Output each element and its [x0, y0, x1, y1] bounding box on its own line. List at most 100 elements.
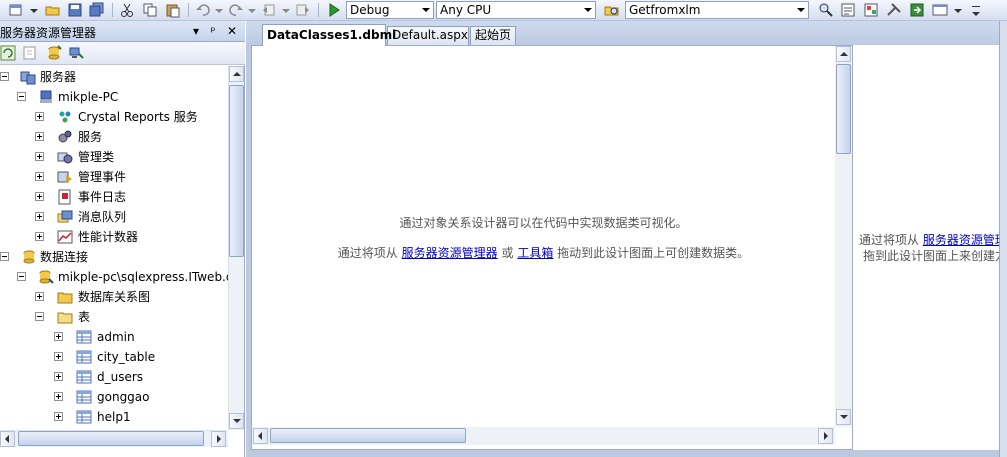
collapse-icon[interactable]	[0, 252, 9, 261]
expand-icon[interactable]	[35, 132, 44, 141]
tree-horizontal-scrollbar[interactable]	[0, 430, 228, 447]
undo-dropdown-icon[interactable]	[211, 2, 228, 18]
expand-icon[interactable]	[35, 232, 44, 241]
scroll-right-icon[interactable]	[818, 428, 833, 444]
expand-icon[interactable]	[35, 112, 44, 121]
expand-icon[interactable]	[54, 332, 63, 341]
toolbar-overflow-icon[interactable]	[968, 2, 985, 18]
expand-icon[interactable]	[54, 392, 63, 401]
designer-vertical-scrollbar[interactable]	[835, 46, 852, 427]
tree-vertical-scrollbar[interactable]	[228, 66, 244, 430]
expand-icon[interactable]	[35, 192, 44, 201]
scroll-thumb[interactable]	[270, 428, 466, 443]
solution-config-select[interactable]: Debug	[346, 1, 434, 19]
tree-node-crystal-reports[interactable]: Crystal Reports 服务	[0, 107, 228, 127]
refresh-icon[interactable]	[0, 45, 17, 62]
expand-icon[interactable]	[35, 292, 44, 301]
server-explorer-link[interactable]: 服务器资源管理	[923, 233, 1007, 247]
tree-node-message-queues[interactable]: 消息队列	[0, 207, 228, 227]
panel-menu-icon[interactable]: ▾	[188, 23, 204, 39]
redo-icon[interactable]	[228, 2, 245, 18]
navigate-dropdown-icon[interactable]	[278, 2, 295, 18]
tree-node-data-connections[interactable]: 数据连接	[0, 247, 228, 267]
collapse-icon[interactable]	[17, 92, 26, 101]
table-node[interactable]: d_users	[0, 367, 228, 387]
toolbox-link[interactable]: 工具箱	[517, 246, 553, 260]
redo-dropdown-icon[interactable]	[244, 2, 261, 18]
connect-to-database-icon[interactable]	[46, 45, 63, 62]
collapse-icon[interactable]	[17, 272, 26, 281]
tree-node-management-classes[interactable]: 管理类	[0, 147, 228, 167]
tree-node-management-events[interactable]: 管理事件	[0, 167, 228, 187]
table-node[interactable]: admin	[0, 327, 228, 347]
scroll-up-icon[interactable]	[836, 46, 851, 62]
navigate-backward-icon[interactable]	[262, 2, 279, 18]
dropdown-arrow-icon[interactable]	[26, 2, 43, 18]
tree-node-event-logs[interactable]: 事件日志	[0, 187, 228, 207]
scroll-left-icon[interactable]	[0, 431, 15, 447]
start-debug-icon[interactable]	[326, 2, 343, 18]
tab-default-aspx[interactable]: Default.aspx	[387, 26, 469, 45]
tree-node-servers[interactable]: 服务器	[0, 67, 228, 87]
method-pane[interactable]: 通过将项从 服务器资源管理 拖到此设计图面上来创建方	[853, 45, 1007, 450]
chevron-down-icon[interactable]	[794, 2, 808, 18]
cut-icon[interactable]	[119, 2, 136, 18]
object-browser-icon[interactable]	[863, 2, 880, 18]
platform-select[interactable]: Any CPU	[436, 1, 596, 19]
expand-icon[interactable]	[54, 412, 63, 421]
table-node[interactable]: help1	[0, 407, 228, 427]
tree-node-connection[interactable]: mikple-pc\sqlexpress.ITweb.dbo	[0, 267, 228, 287]
stop-refresh-icon[interactable]	[22, 45, 39, 62]
command-window-icon[interactable]	[932, 2, 949, 18]
toolbar-options-dropdown-icon[interactable]	[950, 2, 967, 18]
table-node[interactable]: gonggao	[0, 387, 228, 407]
navigate-forward-icon[interactable]	[294, 2, 311, 18]
tree-node-services[interactable]: 服务	[0, 127, 228, 147]
paste-icon[interactable]	[165, 2, 182, 18]
scroll-down-icon[interactable]	[229, 413, 244, 429]
tree-node-performance-counters[interactable]: 性能计数器	[0, 227, 228, 247]
server-explorer-link[interactable]: 服务器资源管理器	[402, 246, 498, 260]
scroll-up-icon[interactable]	[229, 66, 244, 82]
table-node[interactable]: city_table	[0, 347, 228, 367]
tab-dataclasses-dbml[interactable]: DataClasses1.dbml	[262, 24, 396, 46]
save-all-icon[interactable]	[89, 2, 106, 18]
save-icon[interactable]	[67, 2, 84, 18]
orm-designer-surface[interactable]: 通过对象关系设计器可以在代码中实现数据类可视化。 通过将项从 服务器资源管理器 …	[251, 45, 853, 450]
tab-start-page[interactable]: 起始页	[470, 26, 516, 45]
collapse-icon[interactable]	[35, 312, 44, 321]
connect-to-server-icon[interactable]	[68, 45, 85, 62]
expand-icon[interactable]	[54, 372, 63, 381]
scroll-right-icon[interactable]	[211, 431, 226, 447]
start-page-icon[interactable]	[909, 2, 926, 18]
scroll-left-icon[interactable]	[253, 428, 268, 444]
tree-node-database-diagrams[interactable]: 数据库关系图	[0, 287, 228, 307]
designer-canvas[interactable]: 通过对象关系设计器可以在代码中实现数据类可视化。 通过将项从 服务器资源管理器 …	[252, 46, 835, 427]
scroll-down-icon[interactable]	[836, 409, 851, 425]
expand-icon[interactable]	[35, 152, 44, 161]
expand-icon[interactable]	[35, 172, 44, 181]
expand-icon[interactable]	[54, 352, 63, 361]
expand-icon[interactable]	[35, 212, 44, 221]
scroll-thumb[interactable]	[836, 64, 851, 154]
chevron-down-icon[interactable]	[581, 2, 595, 18]
toolbox-icon[interactable]	[886, 2, 903, 18]
find-icon[interactable]	[818, 2, 835, 18]
scroll-thumb[interactable]	[18, 431, 204, 446]
copy-icon[interactable]	[142, 2, 159, 18]
close-icon[interactable]: ✕	[224, 23, 240, 39]
designer-horizontal-scrollbar[interactable]	[252, 427, 835, 445]
undo-icon[interactable]	[195, 2, 212, 18]
new-project-icon[interactable]	[8, 2, 25, 18]
designer-hint: 通过对象关系设计器可以在代码中实现数据类可视化。	[399, 216, 688, 230]
tree-node-tables[interactable]: 表	[0, 307, 228, 327]
properties-icon[interactable]	[840, 2, 857, 18]
chevron-down-icon[interactable]	[419, 2, 433, 18]
tree-node-machine[interactable]: mikple-PC	[0, 87, 228, 107]
find-combo[interactable]: Getfromxlm	[625, 1, 809, 19]
scroll-thumb[interactable]	[229, 85, 244, 257]
pin-icon[interactable]: ᵖ	[205, 23, 221, 39]
collapse-icon[interactable]	[0, 72, 9, 81]
open-folder-icon[interactable]	[45, 2, 62, 18]
find-in-files-icon[interactable]	[604, 2, 621, 18]
